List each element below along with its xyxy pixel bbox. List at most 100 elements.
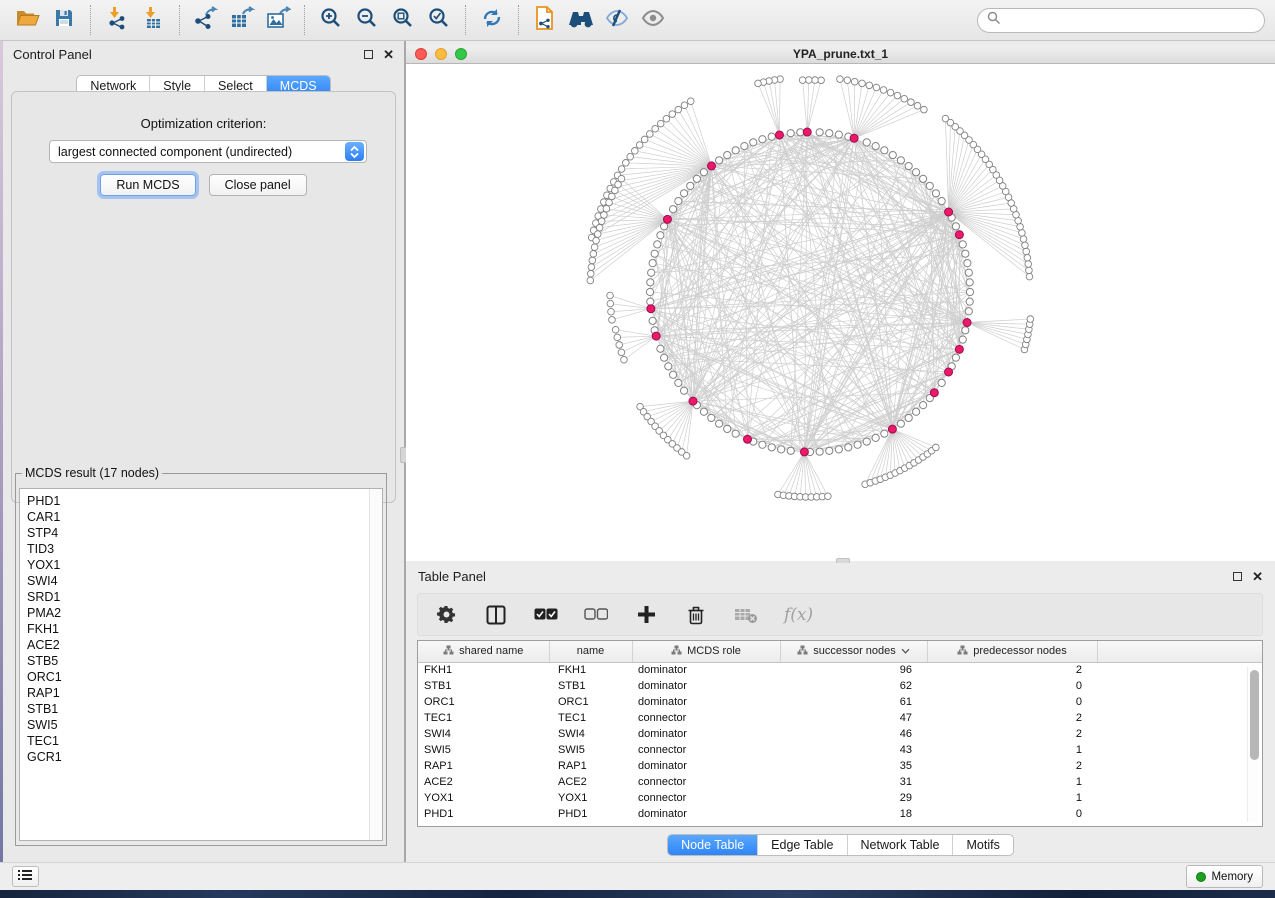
memory-button[interactable]: Memory [1186,865,1263,888]
close-panel-icon[interactable]: ✕ [1252,572,1263,581]
import-network-icon [105,6,129,35]
mcds-result-item[interactable]: ACE2 [27,637,382,653]
tab-edge-table[interactable]: Edge Table [757,835,846,855]
table-scrollbar-thumb[interactable] [1250,670,1259,760]
mcds-result-item[interactable]: STP4 [27,525,382,541]
run-mcds-button[interactable]: Run MCDS [100,174,195,196]
network-canvas[interactable] [406,64,1275,561]
column-header-name[interactable]: name [549,641,632,662]
zoom-in-button[interactable] [313,3,349,37]
mcds-result-item[interactable]: CAR1 [27,509,382,525]
eye-button[interactable] [635,3,671,37]
share-document-button[interactable] [527,3,563,37]
control-panel-title: Control Panel [13,47,92,62]
close-panel-icon[interactable]: ✕ [383,50,394,59]
mcds-hub-node [647,305,655,313]
mcds-result-item[interactable]: PMA2 [27,605,382,621]
mcds-list-scrollbar[interactable] [369,489,382,840]
float-panel-icon[interactable] [1233,572,1242,581]
export-table-button[interactable] [224,3,260,37]
table-row[interactable]: RAP1RAP1dominator352 [418,758,1263,774]
mcds-result-item[interactable]: SRD1 [27,589,382,605]
mcds-result-item[interactable]: YOX1 [27,557,382,573]
mcds-result-item[interactable]: TID3 [27,541,382,557]
table-row[interactable]: TEC1TEC1connector472 [418,710,1263,726]
select-all-icon[interactable] [534,603,558,627]
network-window-titlebar[interactable]: YPA_prune.txt_1 [406,45,1275,64]
mcds-hub-node [743,435,751,443]
gear-icon[interactable] [434,603,458,627]
mcds-result-item[interactable]: PHD1 [27,493,382,509]
mcds-result-item[interactable]: TEC1 [27,733,382,749]
import-network-button[interactable] [99,3,135,37]
table-scrollbar[interactable] [1247,667,1259,822]
mcds-result-item[interactable]: FKH1 [27,621,382,637]
close-panel-button[interactable]: Close panel [209,174,307,196]
tab-network-table[interactable]: Network Table [847,835,953,855]
main-toolbar [0,0,1275,41]
table-row[interactable]: SWI4SWI4dominator462 [418,726,1263,742]
mcds-result-item[interactable]: GCR1 [27,749,382,765]
open-session-button[interactable] [10,3,46,37]
search-input[interactable] [1002,13,1256,27]
columns-icon[interactable] [484,603,508,627]
mcds-hub-node [800,448,808,456]
table-row[interactable]: FKH1FKH1dominator962 [418,662,1263,678]
mcds-hub-node [963,319,971,327]
export-image-icon [265,6,291,35]
table-tabbar: Node Table Edge Table Network Table Moti… [667,834,1014,856]
refresh-button[interactable] [474,3,510,37]
tab-node-table[interactable]: Node Table [668,835,757,855]
table-row[interactable]: PHD1PHD1dominator180 [418,806,1263,822]
table-panel: Table Panel ✕ f(x) shared namenameMCDS r… [406,563,1275,862]
column-header-shared-name[interactable]: shared name [418,641,549,662]
float-panel-icon[interactable] [364,50,373,59]
hide-visibility-button[interactable] [599,3,635,37]
table-row[interactable]: ACE2ACE2connector311 [418,774,1263,790]
mcds-result-item[interactable]: STB1 [27,701,382,717]
mcds-result-item[interactable]: RAP1 [27,685,382,701]
mcds-result-groupbox: MCDS result (17 nodes) PHD1CAR1STP4TID3Y… [15,466,387,846]
export-image-button[interactable] [260,3,296,37]
import-table-icon [141,6,165,35]
table-row[interactable]: YOX1YOX1connector291 [418,790,1263,806]
table-row[interactable]: STB1STB1dominator620 [418,678,1263,694]
column-header-successor-nodes[interactable]: successor nodes [780,641,927,662]
toolbar-separator [518,5,519,35]
mcds-result-list[interactable]: PHD1CAR1STP4TID3YOX1SWI4SRD1PMA2FKH1ACE2… [19,488,383,841]
zoom-fit-button[interactable] [385,3,421,37]
criterion-select[interactable]: largest connected component (undirected) [49,140,367,163]
function-icon: f(x) [784,605,813,625]
tab-motifs[interactable]: Motifs [952,835,1012,855]
deselect-all-icon[interactable] [584,603,608,627]
add-icon[interactable] [634,603,658,627]
hierarchy-icon [957,645,968,658]
zoom-out-icon [355,6,379,35]
binoculars-button[interactable] [563,3,599,37]
export-network-button[interactable] [188,3,224,37]
column-header-MCDS-role[interactable]: MCDS role [632,641,780,662]
mcds-result-item[interactable]: STB5 [27,653,382,669]
mcds-result-item[interactable]: SWI5 [27,717,382,733]
table-toolbar: f(x) [417,593,1263,636]
memory-button-label: Memory [1211,871,1253,883]
node-table[interactable]: shared namenameMCDS rolesuccessor nodesp… [417,640,1263,827]
import-table-button[interactable] [135,3,171,37]
delete-icon[interactable] [684,603,708,627]
mcds-hub-node [707,162,715,170]
search-box[interactable] [977,8,1265,33]
hierarchy-icon [443,645,454,658]
save-session-button[interactable] [46,3,82,37]
table-row[interactable]: ORC1ORC1dominator610 [418,694,1263,710]
mcds-result-item[interactable]: SWI4 [27,573,382,589]
table-row[interactable]: SWI5SWI5connector431 [418,742,1263,758]
mcds-result-item[interactable]: ORC1 [27,669,382,685]
control-panel: Control Panel ✕ Network Style Select MCD… [3,41,405,862]
column-header-predecessor-nodes[interactable]: predecessor nodes [927,641,1097,662]
task-history-button[interactable] [12,866,39,887]
zoom-out-button[interactable] [349,3,385,37]
zoom-selected-button[interactable] [421,3,457,37]
mcds-hub-node [888,425,896,433]
mcds-hub-node [652,332,660,340]
list-icon [18,868,33,886]
